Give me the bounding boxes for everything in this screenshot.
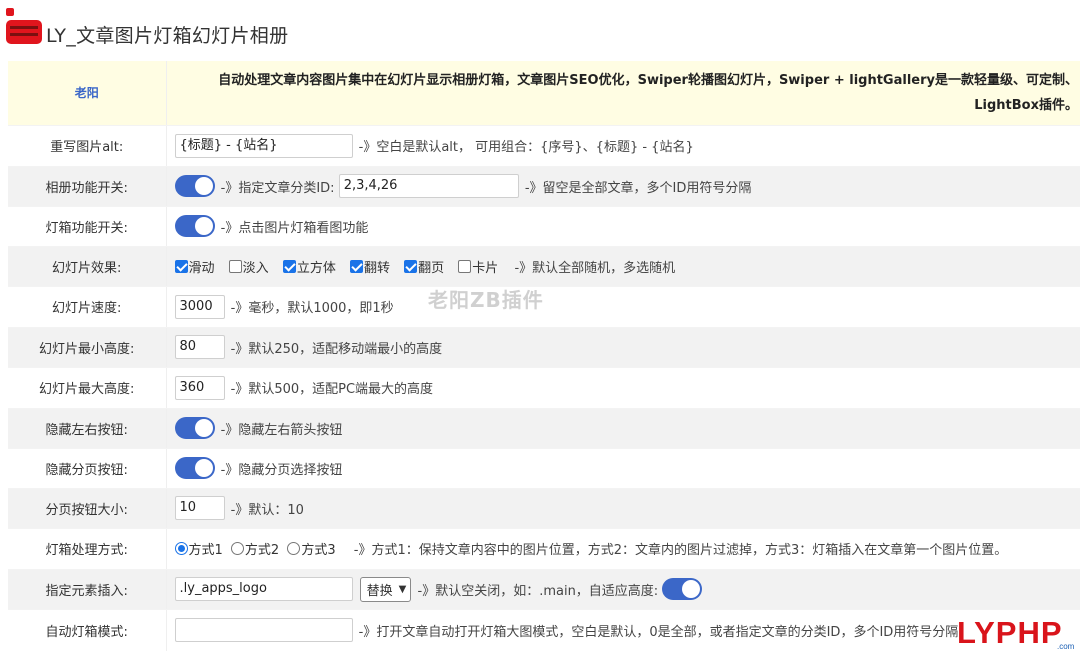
row-max-height: 幻灯片最大高度: 360 -》默认500，适配PC端最大的高度: [8, 367, 1080, 409]
row-label: 分页按钮大小:: [8, 488, 167, 529]
lightbox-toggle[interactable]: [174, 215, 215, 237]
row-label: 自动灯箱模式:: [8, 609, 167, 651]
effect-checkbox-page[interactable]: 翻页: [404, 257, 444, 276]
intro-description: 自动处理文章内容图片集中在幻灯片显示相册灯箱，文章图片SEO优化，Swiper轮…: [166, 61, 1080, 126]
checkbox-icon: [458, 259, 472, 273]
row-lightbox: 灯箱功能开关: -》点击图片灯箱看图功能: [8, 206, 1080, 247]
mode-radio-1[interactable]: 方式1: [174, 539, 223, 558]
min-height-note: -》默认250，适配移动端最小的高度: [230, 341, 443, 357]
row-album: 相册功能开关: -》指定文章分类ID: 2,3,4,26 -》留空是全部文章，多…: [8, 166, 1080, 207]
page-header: LY_文章图片灯箱幻灯片相册: [0, 0, 1080, 58]
insert-mode-select[interactable]: 替换 ▼: [359, 576, 412, 602]
speed-input[interactable]: 3000: [174, 294, 225, 319]
max-height-input[interactable]: 360: [174, 375, 225, 400]
pager-size-note: -》默认：10: [230, 502, 304, 518]
row-label: 灯箱功能开关:: [8, 206, 167, 247]
settings-table: 老阳 自动处理文章内容图片集中在幻灯片显示相册灯箱，文章图片SEO优化，Swip…: [8, 61, 1080, 651]
svg-text:.com: .com: [1057, 642, 1075, 651]
row-label: 重写图片alt:: [8, 125, 167, 167]
radio-icon: [287, 542, 301, 555]
alt-note: -》空白是默认alt， 可用组合：{序号}、{标题} - {站名}: [358, 140, 694, 155]
row-alt: 重写图片alt: {标题} - {站名} -》空白是默认alt， 可用组合：{序…: [8, 125, 1080, 167]
effect-checkbox-cube[interactable]: 立方体: [282, 257, 336, 276]
checkbox-icon: [174, 259, 188, 273]
effect-checkbox-slide[interactable]: 滑动: [174, 257, 215, 276]
lyphp-brand-logo: LYPHP .com: [957, 615, 1075, 651]
row-pager-size: 分页按钮大小: 10 -》默认：10: [8, 488, 1080, 529]
row-min-height: 幻灯片最小高度: 80 -》默认250，适配移动端最小的高度: [8, 327, 1080, 368]
album-category-ids-input[interactable]: 2,3,4,26: [338, 174, 519, 198]
intro-author: 老阳: [8, 61, 167, 126]
row-label: 幻灯片速度:: [8, 286, 167, 328]
mode-radio-2[interactable]: 方式2: [230, 539, 279, 558]
page-title: LY_文章图片灯箱幻灯片相册: [46, 25, 289, 47]
hide-arrows-toggle[interactable]: [174, 417, 215, 439]
row-label: 灯箱处理方式:: [8, 528, 167, 570]
row-speed: 幻灯片速度: 3000 -》毫秒，默认1000，即1秒: [8, 286, 1080, 328]
checkbox-icon: [349, 259, 363, 273]
row-insert-element: 指定元素插入: .ly_apps_logo 替换 ▼ -》默认空关闭，如：.mai…: [8, 569, 1080, 610]
mode-radio-3[interactable]: 方式3: [287, 539, 336, 558]
max-height-note: -》默认500，适配PC端最大的高度: [230, 382, 434, 397]
app-logo-icon: [6, 8, 42, 44]
chevron-down-icon: ▼: [398, 583, 407, 595]
checkbox-icon: [404, 259, 418, 273]
row-label: 幻灯片效果:: [8, 246, 167, 287]
insert-element-input[interactable]: .ly_apps_logo: [174, 577, 353, 601]
intro-row: 老阳 自动处理文章内容图片集中在幻灯片显示相册灯箱，文章图片SEO优化，Swip…: [8, 61, 1080, 126]
hide-pager-note: -》隐藏分页选择按钮: [220, 462, 343, 478]
row-label: 隐藏分页按钮:: [8, 448, 167, 489]
row-lightbox-mode: 灯箱处理方式: 方式1 方式2 方式3 -》方式1：保持文章内容中的图片位置，方…: [8, 528, 1080, 570]
effect-checkbox-fade[interactable]: 淡入: [228, 257, 269, 276]
radio-icon: [174, 542, 188, 555]
hide-arrows-note: -》隐藏左右箭头按钮: [220, 422, 343, 438]
svg-text:LYPHP: LYPHP: [957, 615, 1063, 650]
effect-checkbox-cards[interactable]: 卡片: [458, 257, 498, 276]
album-ids-note: -》留空是全部文章，多个ID用符号分隔: [524, 180, 752, 196]
row-label: 隐藏左右按钮:: [8, 408, 167, 449]
watermark-text: 老阳ZB插件: [428, 288, 544, 312]
row-label: 指定元素插入:: [8, 569, 167, 610]
effect-note: -》默认全部随机，多选随机: [514, 260, 676, 276]
row-auto-lightbox: 自动灯箱模式: -》打开文章自动打开灯箱大图模式，空白是默认，0是全部，或者指定…: [8, 609, 1080, 651]
auto-lightbox-note: -》打开文章自动打开灯箱大图模式，空白是默认，0是全部，或者指定文章的分类ID，…: [358, 624, 959, 640]
row-hide-arrows: 隐藏左右按钮: -》隐藏左右箭头按钮: [8, 408, 1080, 449]
insert-element-note: -》默认空关闭，如：.main，自适应高度:: [417, 583, 659, 599]
min-height-input[interactable]: 80: [174, 335, 225, 359]
speed-note: -》毫秒，默认1000，即1秒: [230, 301, 394, 316]
alt-input[interactable]: {标题} - {站名}: [174, 133, 353, 158]
album-toggle[interactable]: [174, 175, 215, 197]
mode-note: -》方式1：保持文章内容中的图片位置，方式2：文章内的图片过滤掉，方式3：灯箱插…: [353, 543, 1008, 558]
row-label: 幻灯片最小高度:: [8, 327, 167, 368]
lightbox-note: -》点击图片灯箱看图功能: [220, 220, 369, 236]
auto-lightbox-input[interactable]: [174, 618, 353, 642]
row-hide-pager: 隐藏分页按钮: -》隐藏分页选择按钮: [8, 448, 1080, 489]
checkbox-icon: [282, 259, 296, 273]
hide-pager-toggle[interactable]: [174, 457, 215, 479]
album-note: -》指定文章分类ID:: [220, 180, 335, 196]
radio-icon: [230, 542, 244, 555]
effect-checkbox-flip[interactable]: 翻转: [349, 257, 390, 276]
auto-height-toggle[interactable]: [662, 578, 703, 600]
row-effect: 幻灯片效果: 滑动 淡入 立方体 翻转 翻页 卡片 -》默认全部随机，多选随机: [8, 246, 1080, 287]
row-label: 幻灯片最大高度:: [8, 367, 167, 409]
pager-size-input[interactable]: 10: [174, 496, 225, 520]
row-label: 相册功能开关:: [8, 166, 167, 207]
checkbox-icon: [228, 259, 242, 273]
